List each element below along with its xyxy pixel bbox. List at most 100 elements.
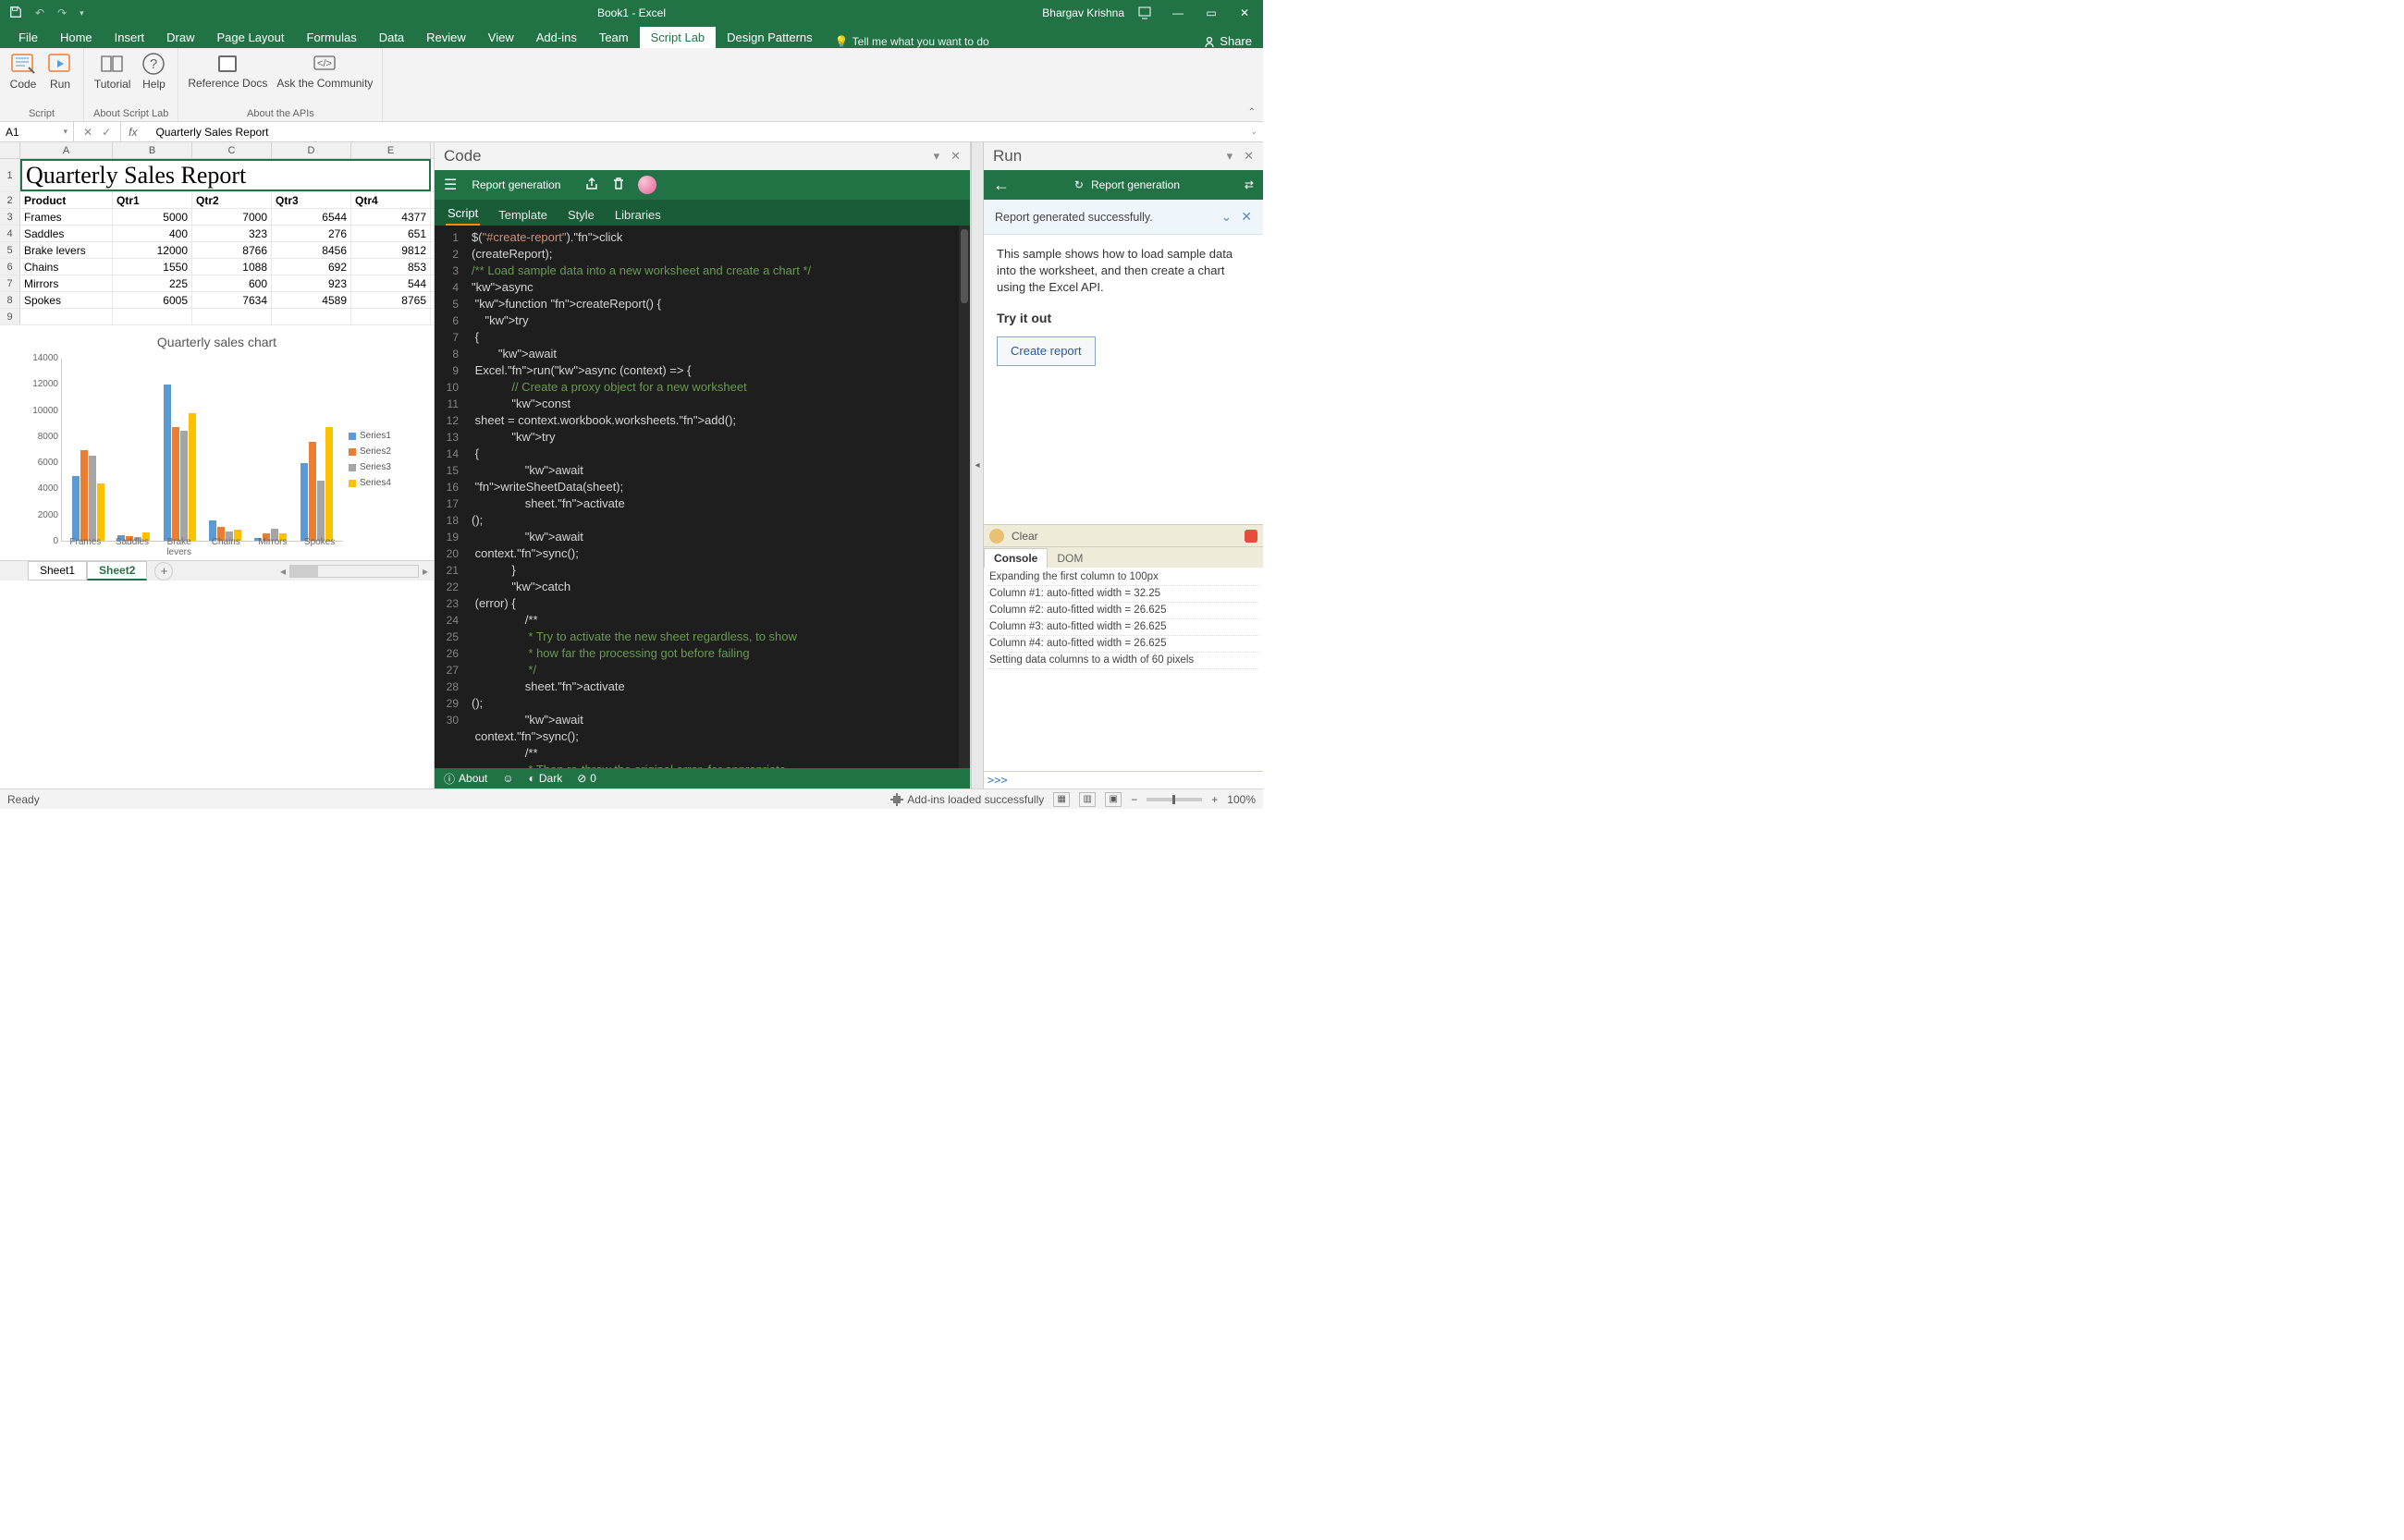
- cell[interactable]: Mirrors: [20, 275, 113, 291]
- undo-icon[interactable]: ↶: [35, 6, 44, 19]
- ribbon-tab-add-ins[interactable]: Add-ins: [525, 27, 588, 48]
- row-header[interactable]: 7: [0, 275, 20, 291]
- ribbon-tab-home[interactable]: Home: [49, 27, 104, 48]
- ribbon-tab-insert[interactable]: Insert: [104, 27, 156, 48]
- ribbon-tab-team[interactable]: Team: [588, 27, 640, 48]
- code-subtab[interactable]: Template: [497, 204, 549, 226]
- zoom-slider[interactable]: [1147, 798, 1202, 801]
- row-header[interactable]: 6: [0, 259, 20, 275]
- column-header[interactable]: B: [113, 142, 192, 158]
- column-header[interactable]: D: [272, 142, 351, 158]
- cell[interactable]: 8766: [192, 242, 272, 258]
- cell[interactable]: [272, 309, 351, 324]
- select-all-corner[interactable]: [0, 142, 20, 159]
- console-prompt[interactable]: >>>: [984, 771, 1263, 788]
- code-button[interactable]: Code: [9, 52, 37, 91]
- view-pagebreak-icon[interactable]: ▣: [1105, 792, 1122, 807]
- cell[interactable]: 4589: [272, 292, 351, 308]
- accept-formula-icon[interactable]: ✓: [102, 126, 111, 139]
- ask-community-button[interactable]: </>Ask the Community: [276, 52, 373, 90]
- cell[interactable]: 276: [272, 226, 351, 241]
- collapse-ribbon-icon[interactable]: ⌃: [1248, 107, 1256, 117]
- collapse-code-pane-icon[interactable]: ◂: [971, 142, 984, 788]
- cell[interactable]: 1550: [113, 259, 192, 275]
- cell[interactable]: Qtr2: [192, 192, 272, 208]
- cell[interactable]: Qtr1: [113, 192, 192, 208]
- cell[interactable]: 400: [113, 226, 192, 241]
- name-box[interactable]: A1▾: [0, 122, 74, 141]
- expand-notice-icon[interactable]: ⌄: [1221, 209, 1233, 225]
- column-header[interactable]: A: [20, 142, 113, 158]
- ribbon-tab-data[interactable]: Data: [368, 27, 415, 48]
- cell[interactable]: 323: [192, 226, 272, 241]
- add-sheet-button[interactable]: +: [154, 562, 173, 581]
- cell[interactable]: [20, 309, 113, 324]
- cell[interactable]: 8765: [351, 292, 431, 308]
- cell[interactable]: Qtr4: [351, 192, 431, 208]
- about-link[interactable]: ⓘ About: [444, 771, 487, 787]
- cell[interactable]: Saddles: [20, 226, 113, 241]
- row-header[interactable]: 1: [0, 159, 20, 191]
- row-header[interactable]: 3: [0, 209, 20, 225]
- row-header[interactable]: 5: [0, 242, 20, 258]
- cell[interactable]: Brake levers: [20, 242, 113, 258]
- refresh-icon[interactable]: ↻: [1074, 178, 1084, 191]
- swap-icon[interactable]: ⇄: [1245, 178, 1254, 191]
- editor-scrollbar[interactable]: [959, 226, 970, 768]
- save-icon[interactable]: [9, 6, 22, 21]
- minimize-icon[interactable]: —: [1165, 0, 1191, 26]
- cell[interactable]: 692: [272, 259, 351, 275]
- horizontal-scrollbar[interactable]: ◂ ▸: [173, 565, 434, 578]
- cancel-formula-icon[interactable]: ✕: [83, 126, 92, 139]
- ribbon-tab-file[interactable]: File: [7, 27, 49, 48]
- cell[interactable]: 9812: [351, 242, 431, 258]
- cell[interactable]: Quarterly Sales Report: [20, 159, 431, 191]
- ribbon-tab-design-patterns[interactable]: Design Patterns: [716, 27, 824, 48]
- console-tab[interactable]: DOM: [1048, 549, 1092, 568]
- row-header[interactable]: 8: [0, 292, 20, 308]
- cell[interactable]: Spokes: [20, 292, 113, 308]
- clear-console-button[interactable]: Clear: [1012, 530, 1038, 543]
- cell[interactable]: [351, 309, 431, 324]
- theme-toggle[interactable]: ◐ Dark: [529, 772, 563, 785]
- cell[interactable]: 7000: [192, 209, 272, 225]
- cell[interactable]: [192, 309, 272, 324]
- view-layout-icon[interactable]: ▥: [1079, 792, 1096, 807]
- zoom-out-icon[interactable]: −: [1131, 793, 1137, 806]
- share-button[interactable]: Share: [1203, 34, 1252, 48]
- cell[interactable]: 5000: [113, 209, 192, 225]
- code-editor[interactable]: 1234567891011121314151617181920212223242…: [435, 226, 970, 768]
- pane-close-icon[interactable]: ✕: [951, 149, 961, 164]
- console-tab[interactable]: Console: [984, 548, 1048, 568]
- ribbon-display-icon[interactable]: [1132, 0, 1158, 26]
- ribbon-tab-view[interactable]: View: [477, 27, 525, 48]
- cell[interactable]: Chains: [20, 259, 113, 275]
- fx-icon[interactable]: fx: [121, 126, 144, 139]
- user-avatar[interactable]: [638, 176, 656, 194]
- firebug-icon[interactable]: [989, 529, 1004, 544]
- reference-docs-button[interactable]: Reference Docs: [188, 52, 267, 90]
- code-subtab[interactable]: Libraries: [613, 204, 663, 226]
- error-count[interactable]: ⊘ 0: [577, 772, 596, 785]
- sheet-tab[interactable]: Sheet1: [28, 561, 87, 581]
- cell[interactable]: 600: [192, 275, 272, 291]
- cell[interactable]: 7634: [192, 292, 272, 308]
- cell[interactable]: 651: [351, 226, 431, 241]
- cell[interactable]: [113, 309, 192, 324]
- ribbon-tab-draw[interactable]: Draw: [155, 27, 205, 48]
- cell[interactable]: 1088: [192, 259, 272, 275]
- maximize-icon[interactable]: ▭: [1198, 0, 1224, 26]
- ribbon-tab-review[interactable]: Review: [415, 27, 477, 48]
- sheet-tab[interactable]: Sheet2: [87, 561, 147, 581]
- hamburger-icon[interactable]: ☰: [444, 176, 457, 194]
- cell[interactable]: 6544: [272, 209, 351, 225]
- ribbon-tab-script-lab[interactable]: Script Lab: [640, 27, 717, 48]
- code-subtab[interactable]: Script: [446, 202, 480, 226]
- feedback-icon[interactable]: ☺: [502, 772, 513, 785]
- formula-input[interactable]: Quarterly Sales Report: [144, 126, 1245, 139]
- qat-dropdown-icon[interactable]: ▾: [80, 8, 84, 18]
- create-report-button[interactable]: Create report: [997, 336, 1096, 366]
- cell[interactable]: Product: [20, 192, 113, 208]
- cell[interactable]: Qtr3: [272, 192, 351, 208]
- help-button[interactable]: ?Help: [140, 52, 167, 91]
